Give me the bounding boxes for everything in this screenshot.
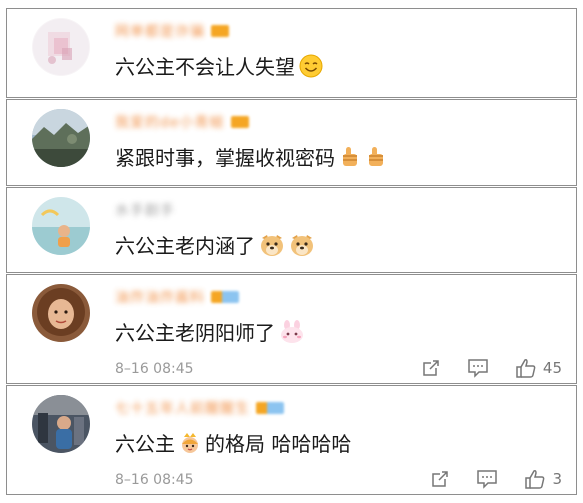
- thumbs-up-emoji-icon: [365, 145, 387, 169]
- vip-badge-icon: [211, 25, 229, 37]
- comment-text: 六公主老内涵了: [115, 230, 315, 259]
- comment-card[interactable]: 水手剧手 六公主老内涵了: [6, 187, 577, 273]
- username[interactable]: 我爱的de小青蛙: [115, 113, 249, 131]
- thumbs-up-emoji-icon: [339, 145, 361, 169]
- doge-emoji-icon: [259, 233, 285, 257]
- doge-emoji-icon: [289, 233, 315, 257]
- reply-button[interactable]: [476, 469, 498, 489]
- reply-button[interactable]: [467, 358, 489, 378]
- smile-emoji-icon: [299, 54, 323, 78]
- comment-actions: 45: [395, 357, 562, 379]
- comment-body: 紧跟时事，掌握收视密码: [115, 146, 335, 170]
- username-text[interactable]: 网单都是诈骗: [115, 21, 205, 41]
- comment-text: 六公主 的格局 哈哈哈哈: [115, 428, 351, 457]
- comment-actions: 3: [404, 468, 562, 490]
- avatar[interactable]: [32, 109, 90, 167]
- username-text[interactable]: 水手剧手: [115, 200, 175, 220]
- vip-badge-icon: [211, 291, 239, 303]
- comment-body-start: 六公主: [115, 432, 175, 456]
- share-icon: [423, 360, 439, 376]
- comment-body-end: 的格局 哈哈哈哈: [205, 432, 352, 456]
- comment-timestamp: 8–16 08:45: [115, 361, 194, 377]
- comment-card[interactable]: 油炸油炸酱料 六公主老阴阳师了 8–16 08:45 45: [6, 274, 577, 384]
- avatar[interactable]: [32, 18, 90, 76]
- comment-icon: [468, 359, 488, 378]
- repost-button[interactable]: [430, 469, 450, 489]
- comment-text: 六公主老阴阳师了: [115, 317, 305, 346]
- princess-emoji-icon: [179, 431, 201, 455]
- repost-button[interactable]: [421, 358, 441, 378]
- comment-feed: 网单都是诈骗 六公主不会让人失望 我爱的de小青蛙 紧跟时事，掌握收视密码 水手…: [0, 0, 583, 503]
- comment-timestamp: 8–16 08:45: [115, 472, 194, 488]
- comment-body: 六公主老内涵了: [115, 234, 255, 258]
- username-text[interactable]: 我爱的de小青蛙: [115, 112, 225, 132]
- avatar-curly-hair-icon: [32, 284, 90, 342]
- avatar-sky-figure-icon: [32, 197, 90, 255]
- thumbs-up-icon: [525, 470, 545, 489]
- like-count: 45: [542, 359, 562, 377]
- vip-badge-icon: [230, 116, 249, 128]
- share-icon: [432, 471, 449, 487]
- username-text[interactable]: 七十五年人前醒醒生: [115, 398, 250, 418]
- avatar-landscape-icon: [32, 109, 90, 167]
- avatar[interactable]: [32, 395, 90, 453]
- username[interactable]: 七十五年人前醒醒生: [115, 399, 284, 417]
- comment-icon: [477, 470, 498, 489]
- like-count: 3: [552, 470, 562, 488]
- comment-card[interactable]: 七十五年人前醒醒生 六公主 的格局 哈哈哈哈 8–16 08:45 3: [6, 385, 577, 495]
- avatar-pink-sketch-icon: [32, 18, 90, 76]
- comment-body: 六公主老阴阳师了: [115, 321, 275, 345]
- username[interactable]: 网单都是诈骗: [115, 22, 229, 40]
- avatar[interactable]: [32, 284, 90, 342]
- username[interactable]: 水手剧手: [115, 201, 175, 219]
- comment-text: 六公主不会让人失望: [115, 51, 323, 80]
- vip-badge-icon: [256, 402, 284, 414]
- username[interactable]: 油炸油炸酱料: [115, 288, 239, 306]
- avatar[interactable]: [32, 197, 90, 255]
- username-text[interactable]: 油炸油炸酱料: [115, 287, 205, 307]
- comment-card[interactable]: 网单都是诈骗 六公主不会让人失望: [6, 8, 577, 98]
- bunny-emoji-icon: [279, 319, 305, 344]
- like-button[interactable]: 45: [515, 357, 562, 379]
- thumbs-up-icon: [516, 359, 536, 378]
- comment-body: 六公主不会让人失望: [115, 55, 295, 79]
- like-button[interactable]: 3: [524, 468, 562, 490]
- comment-card[interactable]: 我爱的de小青蛙 紧跟时事，掌握收视密码: [6, 99, 577, 186]
- comment-text: 紧跟时事，掌握收视密码: [115, 142, 387, 171]
- avatar-street-icon: [32, 395, 90, 453]
